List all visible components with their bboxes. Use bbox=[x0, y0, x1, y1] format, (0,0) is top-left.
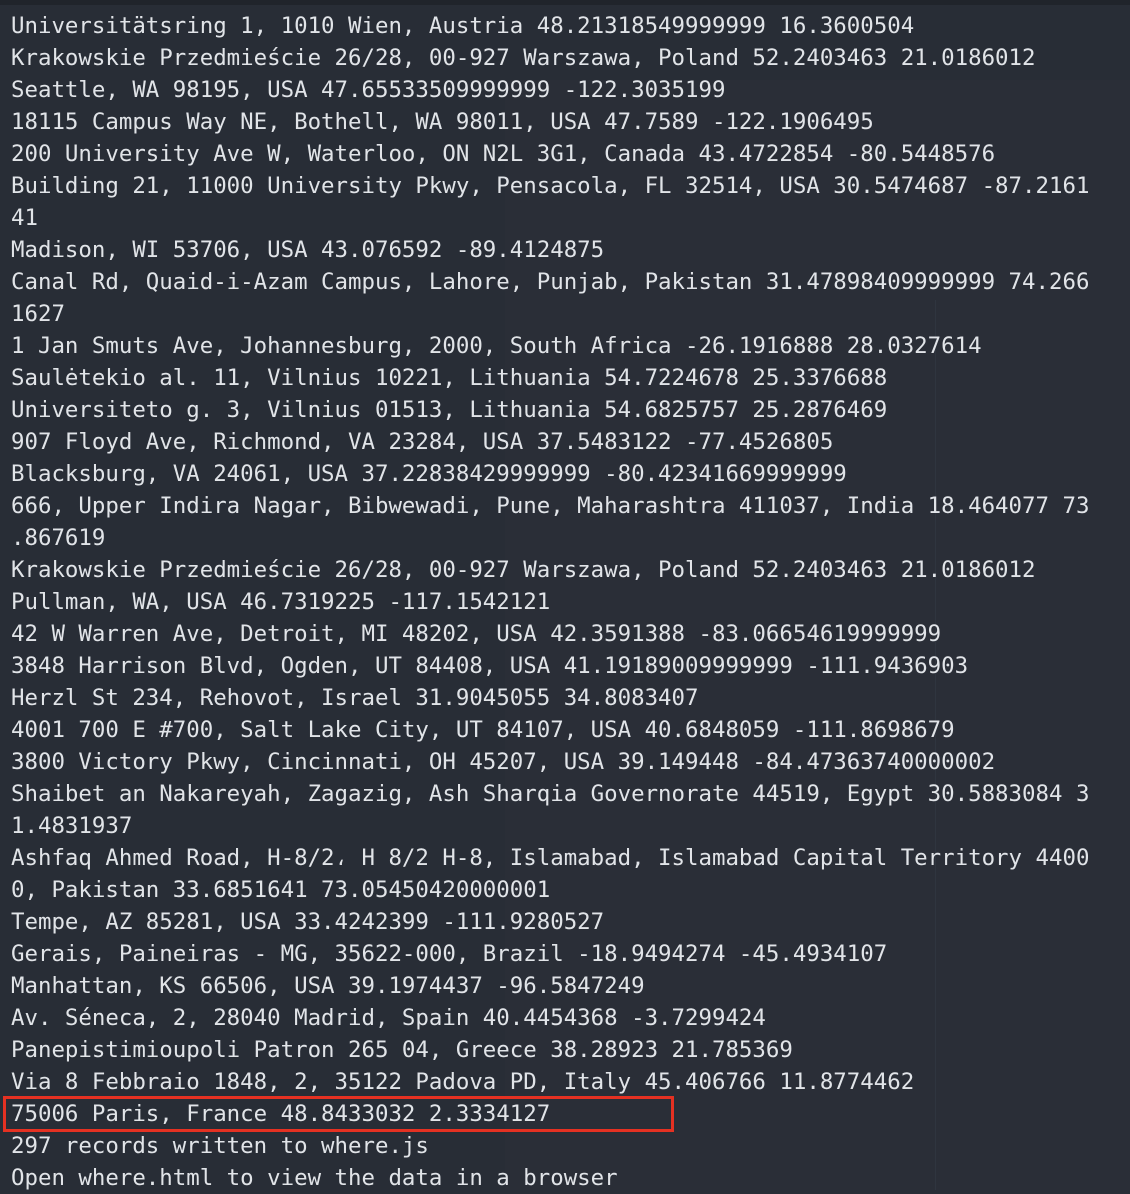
terminal-line: Panepistimioupoli Patron 265 04, Greece … bbox=[11, 1037, 793, 1063]
terminal-line-highlighted: 297 records written to where.js bbox=[11, 1133, 429, 1159]
terminal-line: 907 Floyd Ave, Richmond, VA 23284, USA 3… bbox=[11, 429, 834, 455]
terminal-line: Madison, WI 53706, USA 43.076592 -89.412… bbox=[11, 237, 605, 263]
terminal-line: Av. Séneca, 2, 28040 Madrid, Spain 40.44… bbox=[11, 1005, 766, 1031]
terminal-line: Pullman, WA, USA 46.7319225 -117.1542121 bbox=[11, 589, 551, 615]
terminal-line: Herzl St 234, Rehovot, Israel 31.9045055… bbox=[11, 685, 699, 711]
terminal-line: 1 Jan Smuts Ave, Johannesburg, 2000, Sou… bbox=[11, 333, 982, 359]
terminal-line: Tempe, AZ 85281, USA 33.4242399 -111.928… bbox=[11, 909, 605, 935]
terminal-line: Manhattan, KS 66506, USA 39.1974437 -96.… bbox=[11, 973, 645, 999]
terminal-line: 1627 bbox=[11, 301, 65, 327]
terminal-line: 3800 Victory Pkwy, Cincinnati, OH 45207,… bbox=[11, 749, 996, 775]
terminal-line: 18115 Campus Way NE, Bothell, WA 98011, … bbox=[11, 109, 874, 135]
terminal-line: Open where.html to view the data in a br… bbox=[11, 1165, 618, 1191]
terminal-line: 3848 Harrison Blvd, Ogden, UT 84408, USA… bbox=[11, 653, 969, 679]
terminal-line: Blacksburg, VA 24061, USA 37.22838429999… bbox=[11, 461, 847, 487]
terminal-line: Krakowskie Przedmieście 26/28, 00-927 Wa… bbox=[11, 557, 1036, 583]
terminal-line: Gerais, Paineiras - MG, 35622-000, Brazi… bbox=[11, 941, 888, 967]
terminal-line: Shaibet an Nakareyah, Zagazig, Ash Sharq… bbox=[11, 781, 1090, 807]
terminal-line: Krakowskie Przedmieście 26/28, 00-927 Wa… bbox=[11, 45, 1036, 71]
terminal-line: Universiteto g. 3, Vilnius 01513, Lithua… bbox=[11, 397, 888, 423]
terminal-line: 4001 700 E #700, Salt Lake City, UT 8410… bbox=[11, 717, 955, 743]
terminal-line: 75006 Paris, France 48.8433032 2.3334127 bbox=[11, 1101, 551, 1127]
terminal-line: Canal Rd, Quaid-i-Azam Campus, Lahore, P… bbox=[11, 269, 1090, 295]
terminal-line: Universitätsring 1, 1010 Wien, Austria 4… bbox=[11, 13, 915, 39]
terminal-line: Building 21, 11000 University Pkwy, Pens… bbox=[11, 173, 1090, 199]
terminal-line: 41 bbox=[11, 205, 38, 231]
terminal-output[interactable]: Universitätsring 1, 1010 Wien, Austria 4… bbox=[0, 0, 1130, 1191]
terminal-line: Seattle, WA 98195, USA 47.65533509999999… bbox=[11, 77, 726, 103]
terminal-line: 42 W Warren Ave, Detroit, MI 48202, USA … bbox=[11, 621, 942, 647]
terminal-line: Saulėtekio al. 11, Vilnius 10221, Lithua… bbox=[11, 365, 888, 391]
terminal-line: Ashfaq Ahmed Road, H-8/2، H 8/2 H-8, Isl… bbox=[11, 845, 1090, 871]
terminal-line: 666, Upper Indira Nagar, Bibwewadi, Pune… bbox=[11, 493, 1090, 519]
terminal-line: 200 University Ave W, Waterloo, ON N2L 3… bbox=[11, 141, 996, 167]
terminal-line: 1.4831937 bbox=[11, 813, 133, 839]
terminal-line: .867619 bbox=[11, 525, 106, 551]
terminal-line: 0, Pakistan 33.6851641 73.05450420000001 bbox=[11, 877, 551, 903]
terminal-line: Via 8 Febbraio 1848, 2, 35122 Padova PD,… bbox=[11, 1069, 915, 1095]
